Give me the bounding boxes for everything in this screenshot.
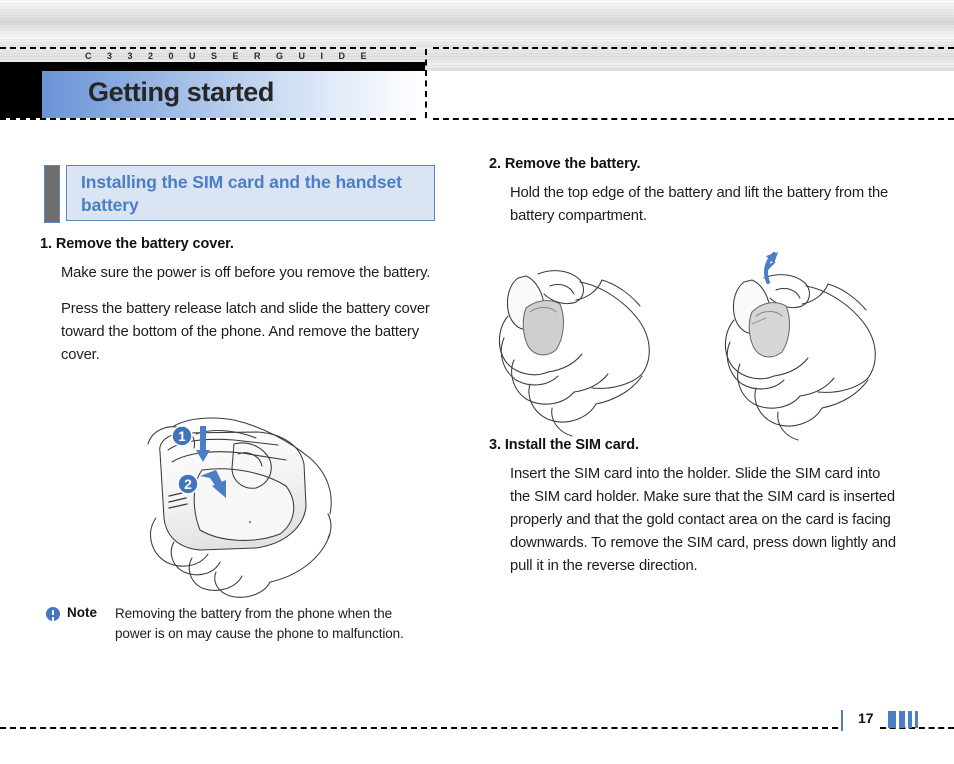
section-accent-bar	[44, 165, 60, 223]
page-number: 17	[858, 710, 874, 726]
step-2-heading: 2. Remove the battery.	[489, 156, 641, 172]
footer-bar-1	[888, 711, 896, 728]
crop-rule-top-right	[433, 47, 954, 49]
footer-bar-4	[915, 711, 918, 728]
header-black-rule	[0, 62, 425, 71]
step-3-paragraph-1: Insert the SIM card into the holder. Sli…	[510, 466, 896, 574]
note-block: Note Removing the battery from the phone…	[46, 604, 427, 644]
crop-rule-mid-left	[0, 118, 416, 120]
hand-lifting-battery-illustration	[724, 252, 876, 441]
info-exclamation-icon	[46, 607, 60, 621]
callout-2-label: 2	[184, 476, 192, 492]
brand-header-text: C 3 3 2 0 U S E R G U I D E	[85, 51, 374, 61]
crop-rule-vertical	[425, 49, 427, 118]
crop-rule-top-left	[0, 47, 416, 49]
step-2-paragraph-1: Hold the top edge of the battery and lif…	[510, 185, 889, 224]
brand-band-right	[425, 47, 954, 71]
footer-bar-3	[908, 711, 912, 728]
step-1-paragraph-1: Make sure the power is off before you re…	[61, 265, 431, 281]
footer-bar-2	[899, 711, 905, 728]
step-1-heading: 1. Remove the battery cover.	[40, 236, 234, 252]
note-label: Note	[67, 605, 97, 620]
left-column: 1. Remove the battery cover. Make sure t…	[40, 236, 450, 380]
note-text: Removing the battery from the phone when…	[115, 606, 404, 641]
section-heading-text: Installing the SIM card and the handset …	[81, 172, 402, 215]
crop-rule-mid-right	[433, 118, 954, 120]
callout-1-label: 1	[178, 428, 186, 444]
page-title: Getting started	[88, 77, 275, 107]
hand-holding-phone-battery-illustration	[498, 270, 650, 437]
footer-accent-tick	[841, 710, 843, 731]
section-heading-box: Installing the SIM card and the handset …	[66, 165, 435, 221]
hand-removing-battery-cover-illustration: 1 2	[147, 417, 332, 598]
lift-arrow-icon	[764, 252, 778, 284]
header-black-block	[0, 71, 42, 118]
top-metallic-strip	[0, 0, 954, 47]
footer-bar-marks	[888, 711, 918, 728]
step-1-paragraph-2: Press the battery release latch and slid…	[61, 301, 430, 363]
crop-rule-bottom-left	[0, 727, 838, 729]
